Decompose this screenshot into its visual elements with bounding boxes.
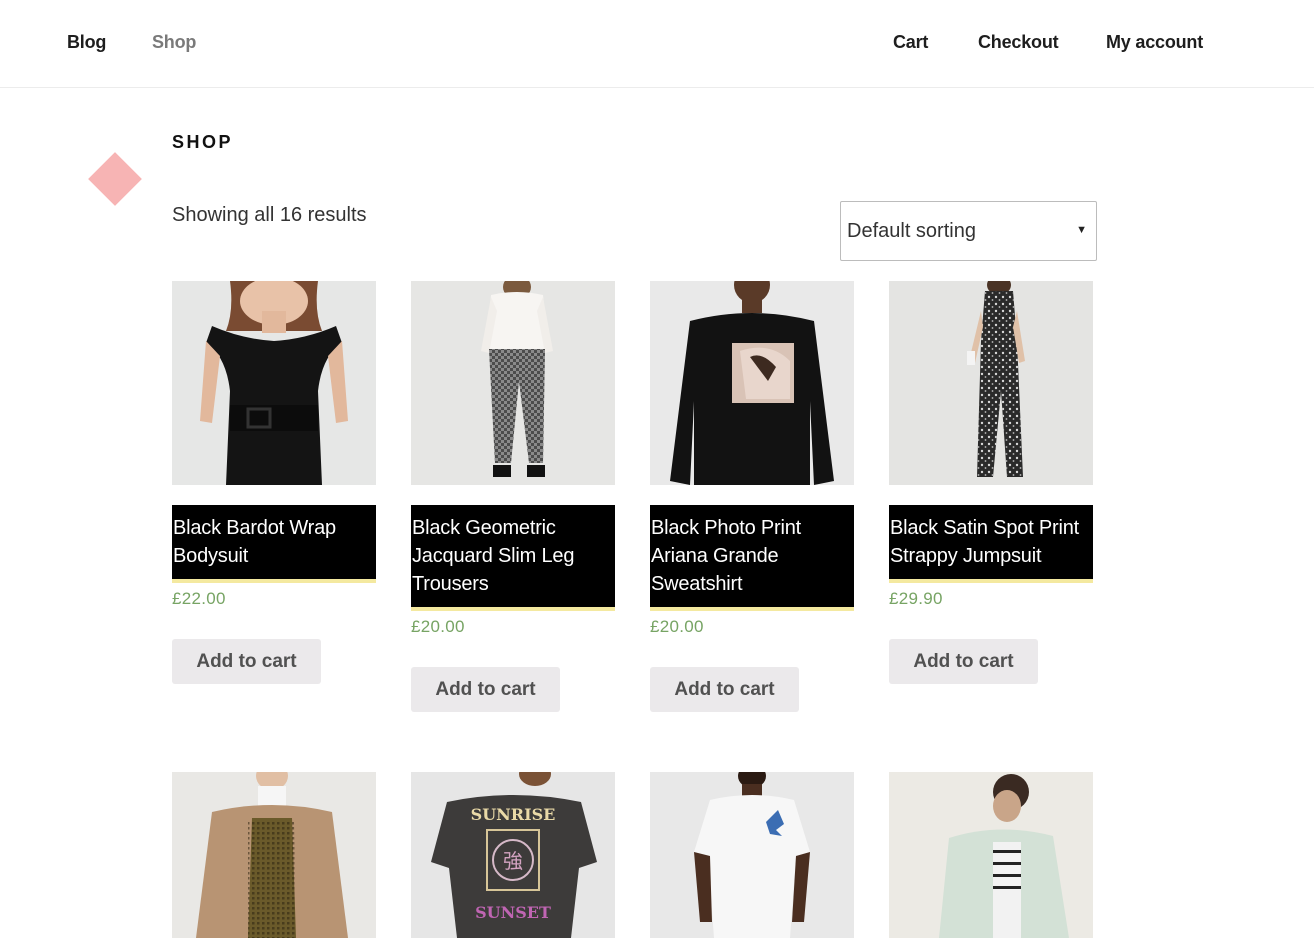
product-title: Black Geometric Jacquard Slim Leg Trouse… — [412, 517, 575, 595]
sort-select[interactable]: Default sorting ▼ — [840, 201, 1097, 261]
product-price: £20.00 — [411, 617, 465, 636]
product-image[interactable] — [889, 281, 1093, 485]
add-to-cart-button[interactable]: Add to cart — [889, 639, 1038, 684]
product-title-link[interactable]: Black Photo Print Ariana Grande Sweatshi… — [650, 505, 854, 611]
sort-selected-value: Default sorting — [847, 220, 976, 242]
product-image[interactable] — [172, 281, 376, 485]
product-price: £20.00 — [650, 617, 704, 636]
decorative-diamond — [88, 152, 142, 206]
product-title-link[interactable]: Black Geometric Jacquard Slim Leg Trouse… — [411, 505, 615, 611]
svg-text:SUNSET: SUNSET — [475, 903, 551, 922]
product-title: Black Bardot Wrap Bodysuit — [173, 517, 336, 567]
product-title-link[interactable]: Black Bardot Wrap Bodysuit — [172, 505, 376, 583]
product-image[interactable] — [172, 772, 376, 938]
product-image[interactable] — [650, 772, 854, 938]
nav-shop-link[interactable]: Shop — [152, 32, 196, 53]
result-count: Showing all 16 results — [172, 204, 367, 226]
site-header: Blog Shop Cart Checkout My account — [0, 0, 1314, 88]
nav-my-account-link[interactable]: My account — [1106, 32, 1203, 53]
product-image[interactable]: SUNRISE 強 SUNSET — [411, 772, 615, 938]
nav-blog-link[interactable]: Blog — [67, 32, 106, 53]
add-to-cart-button[interactable]: Add to cart — [650, 667, 799, 712]
page-title: SHOP — [172, 132, 234, 152]
product-image[interactable] — [889, 772, 1093, 938]
product-title: Black Photo Print Ariana Grande Sweatshi… — [651, 517, 802, 595]
product-price: £22.00 — [172, 589, 226, 608]
nav-cart-link[interactable]: Cart — [893, 32, 928, 53]
product-title: Black Satin Spot Print Strappy Jumpsuit — [890, 517, 1080, 567]
product-price: £29.90 — [889, 589, 943, 608]
nav-checkout-link[interactable]: Checkout — [978, 32, 1059, 53]
product-title-link[interactable]: Black Satin Spot Print Strappy Jumpsuit — [889, 505, 1093, 583]
product-image[interactable] — [650, 281, 854, 485]
svg-text:SUNRISE: SUNRISE — [471, 805, 556, 824]
svg-text:強: 強 — [503, 849, 523, 873]
dropdown-arrow-icon: ▼ — [1076, 224, 1087, 236]
add-to-cart-button[interactable]: Add to cart — [172, 639, 321, 684]
product-image[interactable] — [411, 281, 615, 485]
add-to-cart-button[interactable]: Add to cart — [411, 667, 560, 712]
